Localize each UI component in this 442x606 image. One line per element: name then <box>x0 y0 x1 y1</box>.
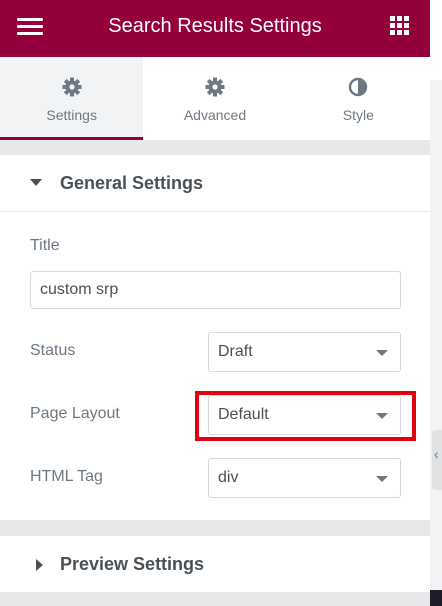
caret-down-icon <box>376 476 388 482</box>
html-tag-select-value: div <box>218 469 239 486</box>
preview-settings-toggle[interactable]: Preview Settings <box>0 536 430 592</box>
section-heading: Preview Settings <box>60 554 205 574</box>
caret-right-icon <box>36 559 43 571</box>
highlight-box <box>195 391 416 441</box>
html-tag-label: HTML Tag <box>30 468 103 485</box>
tab-style[interactable]: Style <box>286 57 430 140</box>
tab-advanced-label: Advanced <box>183 107 247 123</box>
page-layout-label: Page Layout <box>30 405 120 422</box>
caret-down-icon <box>376 350 388 356</box>
html-tag-select[interactable]: div <box>208 458 401 498</box>
editor-edge: ‹ <box>430 0 442 606</box>
status-label: Status <box>30 342 76 359</box>
title-label: Title <box>30 237 60 254</box>
status-select[interactable]: Draft <box>208 332 401 372</box>
general-settings-section: General Settings Title Status Draft Page… <box>0 155 430 520</box>
gear-icon <box>205 77 225 97</box>
general-settings-toggle[interactable]: General Settings <box>0 155 430 212</box>
half-circle-icon <box>349 77 368 97</box>
tab-settings-label: Settings <box>46 107 97 123</box>
title-input[interactable] <box>30 271 401 309</box>
tab-advanced[interactable]: Advanced <box>143 57 287 140</box>
chevron-left-icon: ‹ <box>434 446 439 462</box>
section-heading: General Settings <box>60 173 204 193</box>
panel-title: Search Results Settings <box>108 15 322 37</box>
panel-tabs: Settings Advanced Style <box>0 57 430 140</box>
panel-header: Search Results Settings <box>0 0 430 57</box>
widgets-grid-icon[interactable] <box>390 16 410 36</box>
tab-style-label: Style <box>342 107 374 123</box>
caret-down-icon <box>30 179 42 186</box>
status-select-value: Draft <box>218 343 253 360</box>
tab-settings[interactable]: Settings <box>0 57 144 140</box>
gear-icon <box>62 77 82 97</box>
preview-settings-section: Preview Settings <box>0 536 430 592</box>
